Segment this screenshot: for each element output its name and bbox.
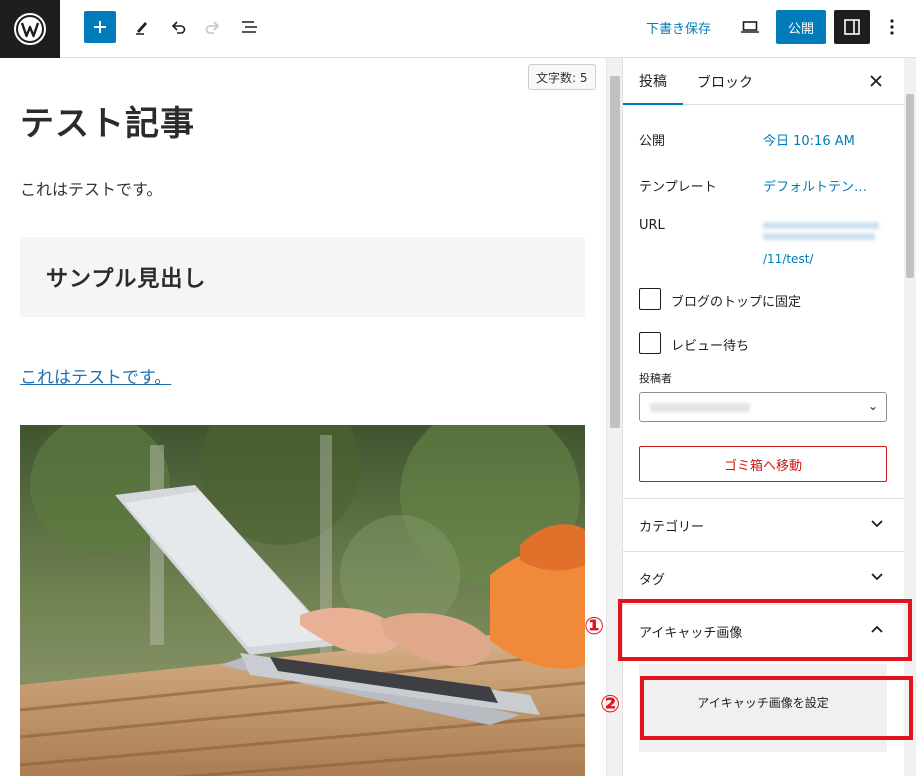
template-value[interactable]: デフォルトテン… [763,176,867,195]
pencil-icon [136,22,147,35]
annotation-box-1 [618,599,912,661]
add-block-button[interactable] [84,11,116,43]
paragraph-block[interactable]: これはテストです。 [20,176,162,200]
url-blurred-text[interactable] [763,218,883,246]
url-label: URL [639,218,665,233]
close-sidebar-button[interactable] [861,66,891,96]
sidebar-tabs: 投稿 ブロック [623,58,904,105]
tab-post[interactable]: 投稿 [623,58,683,105]
document-overview-button[interactable] [234,11,266,43]
sticky-checkbox[interactable] [639,288,661,310]
annotation-box-2 [640,676,913,740]
list-view-icon [242,21,257,33]
page-scrollbar[interactable] [904,58,916,776]
annotation-number-2: ② [600,690,621,718]
chevron-down-icon [871,520,883,528]
post-title[interactable]: テスト記事 [20,96,195,145]
tab-block[interactable]: ブロック [681,58,769,105]
move-to-trash-button[interactable]: ゴミ箱へ移動 [639,446,887,482]
sidebar-icon [844,19,860,35]
author-blurred-value [650,403,750,412]
publish-date-value[interactable]: 今日 10:16 AM [763,130,855,149]
sticky-checkbox-label: ブログのトップに固定 [671,295,802,310]
heading-block[interactable]: サンプル見出し [20,237,585,317]
options-button[interactable] [878,11,906,43]
wordpress-icon [14,13,46,45]
link-paragraph-block[interactable]: これはテストです。 [20,363,171,388]
settings-sidebar: 投稿 ブロック 公開 今日 10:16 AM テンプレート デフォルトテン… U… [622,58,904,776]
editor-toolbar: 下書き保存 公開 [0,0,916,58]
word-count-badge: 文字数: 5 [528,64,596,90]
panel-categories[interactable]: カテゴリー [623,498,904,551]
plus-icon [94,21,106,33]
pending-review-checkbox[interactable] [639,332,661,354]
redo-button[interactable] [197,11,229,43]
close-icon [870,75,882,87]
editor-canvas: 文字数: 5 テスト記事 これはテストです。 サンプル見出し これはテストです。 [0,58,606,776]
laptop-icon [741,21,759,33]
page-scrollbar-thumb[interactable] [906,94,914,278]
publish-button[interactable]: 公開 [776,10,826,44]
author-label: 投稿者 [639,372,672,385]
panel-categories-title: カテゴリー [639,520,705,535]
wordpress-logo-button[interactable] [0,0,60,58]
pending-review-checkbox-label: レビュー待ち [671,339,750,354]
image-block[interactable] [20,425,585,776]
editor-scrollbar-thumb[interactable] [610,76,620,428]
author-select[interactable]: ⌄ [639,392,887,422]
undo-icon [171,21,186,34]
redo-icon [205,21,220,34]
annotation-number-1: ① [584,612,605,640]
publish-date-label: 公開 [639,134,666,149]
chevron-down-icon: ⌄ [867,399,878,413]
chevron-down-icon [871,573,883,581]
edit-tools-button[interactable] [126,11,158,43]
template-label: テンプレート [639,180,717,195]
settings-toggle-button[interactable] [834,10,870,44]
undo-button[interactable] [162,11,194,43]
more-vertical-icon [890,19,894,35]
laptop-photo [20,425,585,776]
save-draft-button[interactable]: 下書き保存 [640,11,717,43]
url-value[interactable]: /11/test/ [763,252,813,266]
panel-tags-title: タグ [639,573,666,588]
editor-scrollbar[interactable] [606,58,622,776]
heading-text: サンプル見出し [46,267,207,292]
preview-button[interactable] [734,11,766,43]
panel-tags[interactable]: タグ [623,551,904,604]
